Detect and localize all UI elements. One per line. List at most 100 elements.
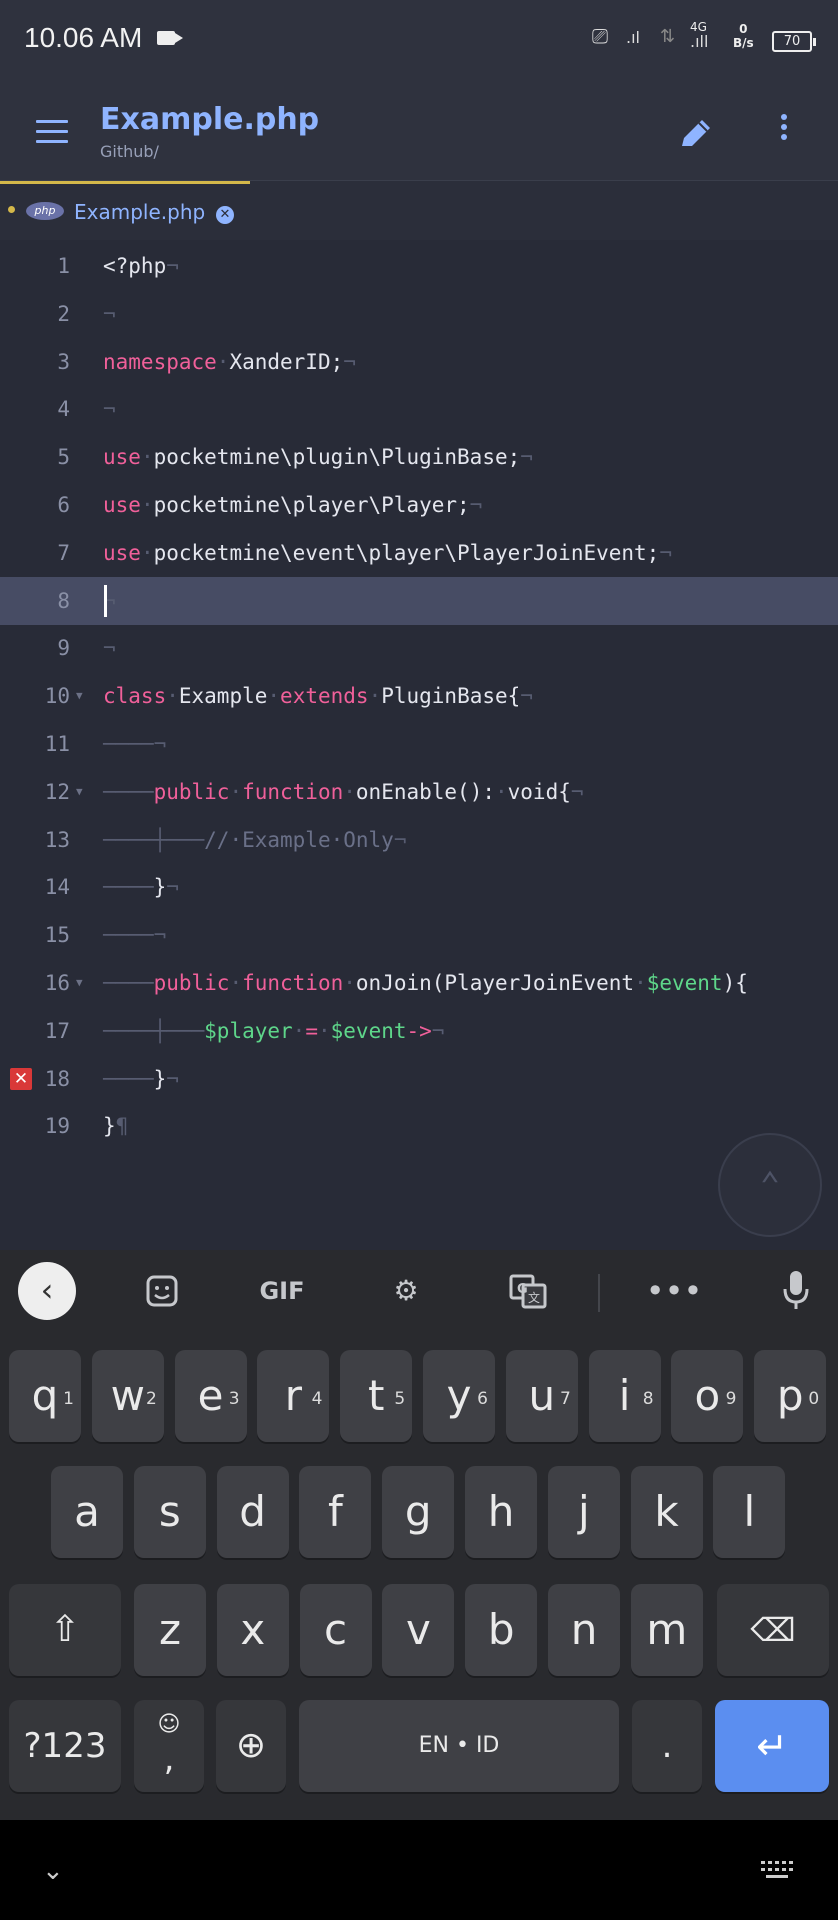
key-j[interactable]: j [547, 1466, 620, 1558]
key-b[interactable]: b [465, 1584, 538, 1676]
gif-icon[interactable]: GIF [252, 1267, 312, 1315]
key-z[interactable]: z [134, 1584, 206, 1676]
code-token: ¬ [166, 875, 179, 900]
key-hint: 0 [808, 1389, 820, 1409]
key-hint: 6 [477, 1389, 488, 1409]
key-c[interactable]: c [299, 1584, 372, 1676]
back-arrow-icon[interactable]: ‹ [18, 1262, 76, 1320]
key-h[interactable]: h [465, 1466, 537, 1558]
shift-key[interactable]: ⇧ [9, 1584, 121, 1676]
backspace-key[interactable]: ⌫ [717, 1584, 829, 1676]
pencil-icon[interactable] [672, 110, 720, 158]
code-line[interactable]: 11 ────¬ [0, 720, 838, 768]
settings-icon[interactable]: ⚙ [376, 1267, 436, 1315]
code-token: ¬ [166, 1066, 179, 1091]
code-token: function [242, 971, 344, 995]
code-line[interactable]: 9 ¬ [0, 624, 838, 672]
space-key[interactable]: EN • ID [299, 1700, 619, 1792]
sticker-icon[interactable] [132, 1267, 192, 1315]
code-token: } [153, 1066, 167, 1091]
menu-icon[interactable] [36, 120, 68, 143]
globe-icon[interactable]: ⊕ [216, 1700, 286, 1792]
code-token: = [305, 1018, 318, 1043]
key-q[interactable]: q1 [9, 1350, 81, 1442]
key-g[interactable]: g [382, 1466, 455, 1558]
key-label: i [618, 1371, 631, 1420]
code-line[interactable]: 8 ¬ [0, 576, 838, 625]
fold-arrow-icon[interactable]: ▼ [76, 959, 83, 1007]
svg-text:文: 文 [528, 1290, 540, 1305]
code-editor[interactable]: ⌃ 1 <?php¬ 2 ¬ 3 namespace·XanderID;¬ 4 ¬ 5 use·p… [0, 240, 838, 1250]
code-line[interactable]: 14 ────}¬ [0, 863, 838, 911]
code-text: namespace·XanderID;¬ [103, 338, 356, 386]
status-time: 10.06 AM [24, 22, 143, 53]
symbols-key[interactable]: ?123 [9, 1700, 121, 1792]
key-w[interactable]: w2 [91, 1350, 164, 1442]
code-line[interactable]: 19}¶ [0, 1102, 838, 1150]
line-number: 12 [44, 779, 70, 804]
key-x[interactable]: x [216, 1584, 289, 1676]
code-line[interactable]: 2 ¬ [0, 290, 838, 338]
enter-key[interactable]: ↵ [715, 1700, 829, 1792]
period-key[interactable]: . [632, 1700, 702, 1792]
fold-arrow-icon[interactable]: ▼ [76, 672, 83, 720]
code-token: · [267, 684, 281, 709]
net-speed: 0 B/s [733, 22, 754, 50]
keyboard-switch-icon[interactable] [760, 1860, 794, 1880]
line-number: 14 [44, 875, 70, 900]
key-label: o [694, 1371, 721, 1420]
line-number: 6 [57, 493, 70, 517]
code-line[interactable]: 7 use·pocketmine\event\player\PlayerJoinE… [0, 529, 838, 577]
tab-example-php[interactable]: php Example.php ✕ [0, 181, 250, 240]
fold-arrow-icon[interactable]: ▼ [76, 768, 83, 816]
key-d[interactable]: d [216, 1466, 289, 1558]
code-line[interactable]: ✕ 18 ────}¬ [0, 1055, 838, 1103]
line-number: 3 [57, 349, 70, 374]
mic-icon[interactable] [766, 1267, 826, 1315]
code-token: class [103, 684, 167, 709]
code-line[interactable]: 13 ────┼───//·Example·Only¬ [0, 816, 838, 864]
code-line[interactable]: 4 ¬ [0, 385, 838, 433]
key-l[interactable]: l [713, 1466, 786, 1558]
translate-icon[interactable]: G文 [498, 1267, 558, 1315]
code-line[interactable]: 15 ────¬ [0, 911, 838, 959]
comma-key[interactable]: , ☺ [134, 1700, 204, 1792]
key-o[interactable]: o9 [671, 1350, 744, 1442]
key-label: u [528, 1371, 556, 1420]
key-v[interactable]: v [382, 1584, 455, 1676]
code-token: use [103, 445, 141, 470]
line-number: 7 [57, 540, 70, 565]
code-token: · [140, 493, 154, 517]
code-line[interactable]: 10 ▼ class·Example·extends·PluginBase{¬ [0, 672, 838, 720]
code-line[interactable]: 5 use·pocketmine\plugin\PluginBase;¬ [0, 433, 838, 481]
code-line[interactable]: 3 namespace·XanderID;¬ [0, 338, 838, 386]
code-line[interactable]: 6 use·pocketmine\player\Player;¬ [0, 481, 838, 529]
more-horiz-icon[interactable]: ••• [644, 1267, 704, 1315]
code-line[interactable]: 16 ▼ ────public·function·onJoin(PlayerJoin… [0, 959, 838, 1007]
key-p[interactable]: p0 [754, 1350, 827, 1442]
key-t[interactable]: t5 [340, 1350, 413, 1442]
code-line[interactable]: 1 <?php¬ [0, 242, 838, 290]
key-r[interactable]: r4 [257, 1350, 330, 1442]
chevron-down-icon[interactable]: ⌄ [42, 1856, 64, 1886]
key-n[interactable]: n [548, 1584, 620, 1676]
key-e[interactable]: e3 [174, 1350, 247, 1442]
key-y[interactable]: y6 [423, 1350, 495, 1442]
key-f[interactable]: f [299, 1466, 372, 1558]
code-token: ¶ [115, 1114, 129, 1139]
key-s[interactable]: s [133, 1466, 206, 1558]
code-text: ────public·function·onEnable():·void{¬ [103, 768, 584, 816]
code-line[interactable]: 17 ────┼───$player·=·$event->¬ [0, 1007, 838, 1055]
key-u[interactable]: u7 [505, 1350, 578, 1442]
key-label: e [197, 1371, 224, 1420]
code-token: use [103, 493, 141, 517]
code-line[interactable]: 12 ▼ ────public·function·onEnable():·void{… [0, 768, 838, 816]
key-a[interactable]: a [51, 1466, 123, 1558]
line-number: 10 [44, 684, 70, 709]
close-circle-icon[interactable]: ✕ [216, 206, 234, 224]
line-number: 19 [44, 1114, 70, 1139]
key-m[interactable]: m [630, 1584, 703, 1676]
more-vert-icon[interactable] [770, 110, 798, 158]
key-k[interactable]: k [630, 1466, 703, 1558]
key-i[interactable]: i8 [588, 1350, 661, 1442]
